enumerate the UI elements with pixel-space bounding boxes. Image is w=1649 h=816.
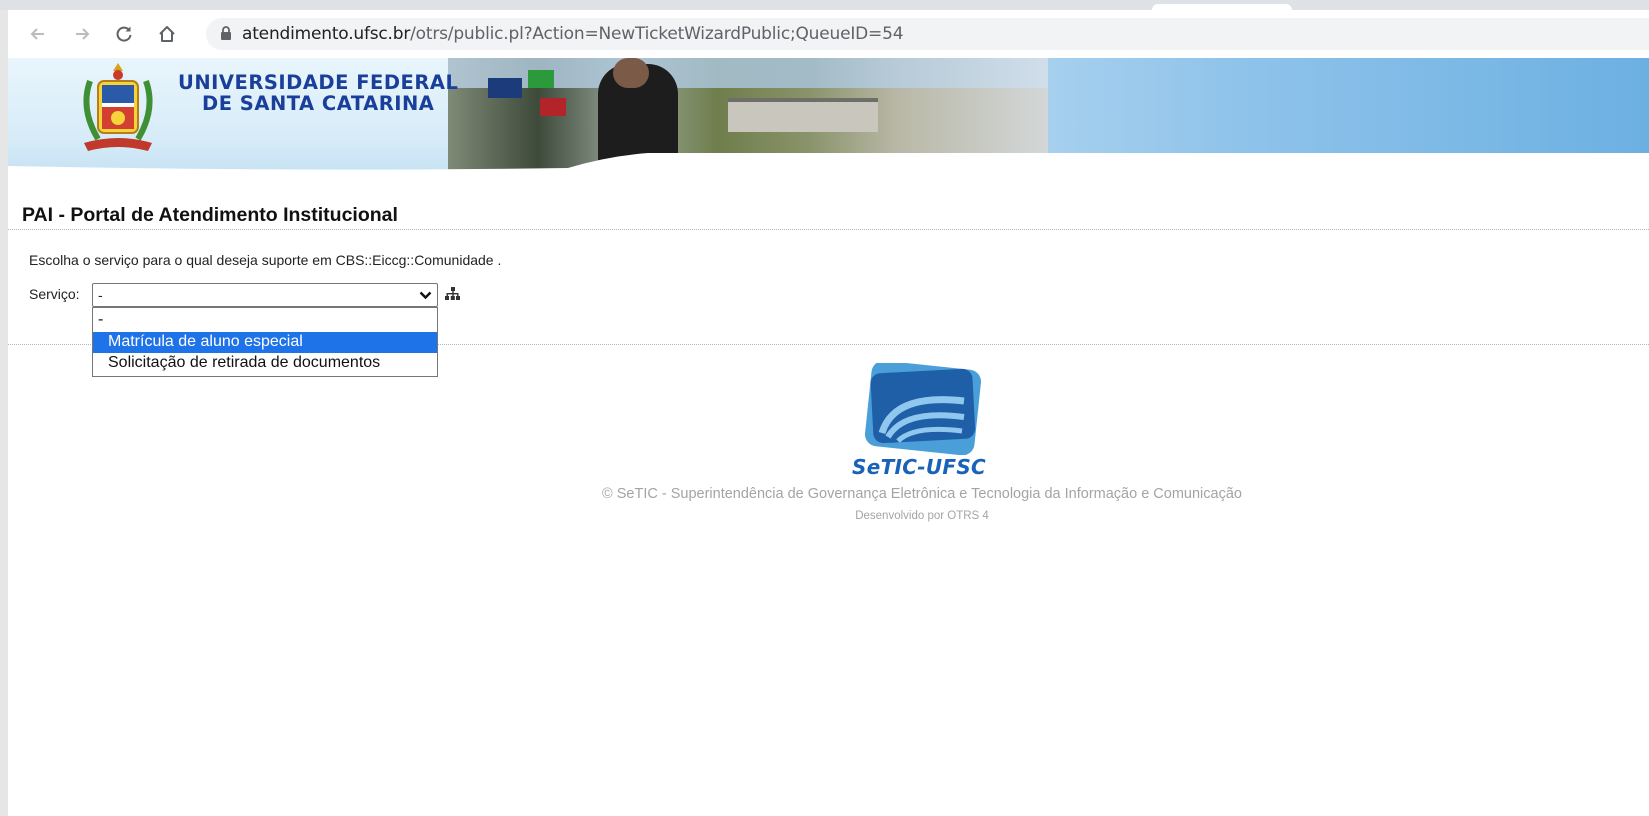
service-option[interactable]: Solicitação de retirada de documentos (93, 353, 437, 374)
service-select[interactable]: - (92, 283, 438, 307)
browser-toolbar: atendimento.ufsc.br/otrs/public.pl?Actio… (8, 10, 1649, 58)
forward-button[interactable] (70, 22, 94, 46)
url-text: atendimento.ufsc.br/otrs/public.pl?Actio… (242, 24, 904, 44)
browser-tab-strip (0, 0, 1649, 10)
banner-curve (8, 153, 1649, 176)
footer-copyright: © SeTIC - Superintendência de Governança… (602, 486, 1242, 502)
page-title: PAI - Portal de Atendimento Instituciona… (22, 204, 398, 226)
university-banner: UNIVERSIDADE FEDERAL DE SANTA CATARINA (8, 58, 1649, 176)
divider-top (8, 229, 1649, 230)
service-dropdown-list: - Matrícula de aluno especial Solicitaçã… (92, 307, 438, 377)
reload-icon (116, 26, 132, 42)
university-name-line2: DE SANTA CATARINA (202, 92, 435, 115)
instruction-text: Escolha o serviço para o qual deseja sup… (29, 252, 502, 268)
home-button[interactable] (155, 22, 179, 46)
tree-icon[interactable] (445, 287, 460, 301)
url-path: /otrs/public.pl?Action=NewTicketWizardPu… (410, 24, 904, 44)
forward-arrow-icon (76, 28, 90, 40)
university-name: UNIVERSIDADE FEDERAL DE SANTA CATARINA (178, 72, 458, 114)
window-edge (0, 10, 8, 816)
service-select-value: - (98, 287, 103, 303)
address-bar[interactable]: atendimento.ufsc.br/otrs/public.pl?Actio… (206, 18, 1649, 50)
lock-icon (221, 26, 231, 40)
back-button[interactable] (26, 22, 50, 46)
footer-powered-by: Desenvolvido por OTRS 4 (855, 510, 989, 522)
university-name-line1: UNIVERSIDADE FEDERAL (178, 71, 459, 94)
ufsc-crest-logo (83, 63, 153, 151)
service-option-label: - (98, 311, 104, 328)
home-icon (159, 26, 175, 42)
chevron-down-icon (419, 291, 432, 300)
service-option-highlighted[interactable]: Matrícula de aluno especial (93, 332, 437, 353)
setic-logo-icon (864, 363, 982, 455)
service-option-label: Solicitação de retirada de documentos (108, 354, 381, 371)
reload-button[interactable] (112, 22, 136, 46)
url-host: atendimento.ufsc.br (242, 24, 411, 44)
setic-name: SeTIC-UFSC (852, 455, 987, 479)
service-option[interactable]: - (93, 310, 437, 331)
back-arrow-icon (30, 28, 44, 40)
service-option-label: Matrícula de aluno especial (108, 333, 303, 350)
service-label: Serviço: (29, 286, 80, 302)
